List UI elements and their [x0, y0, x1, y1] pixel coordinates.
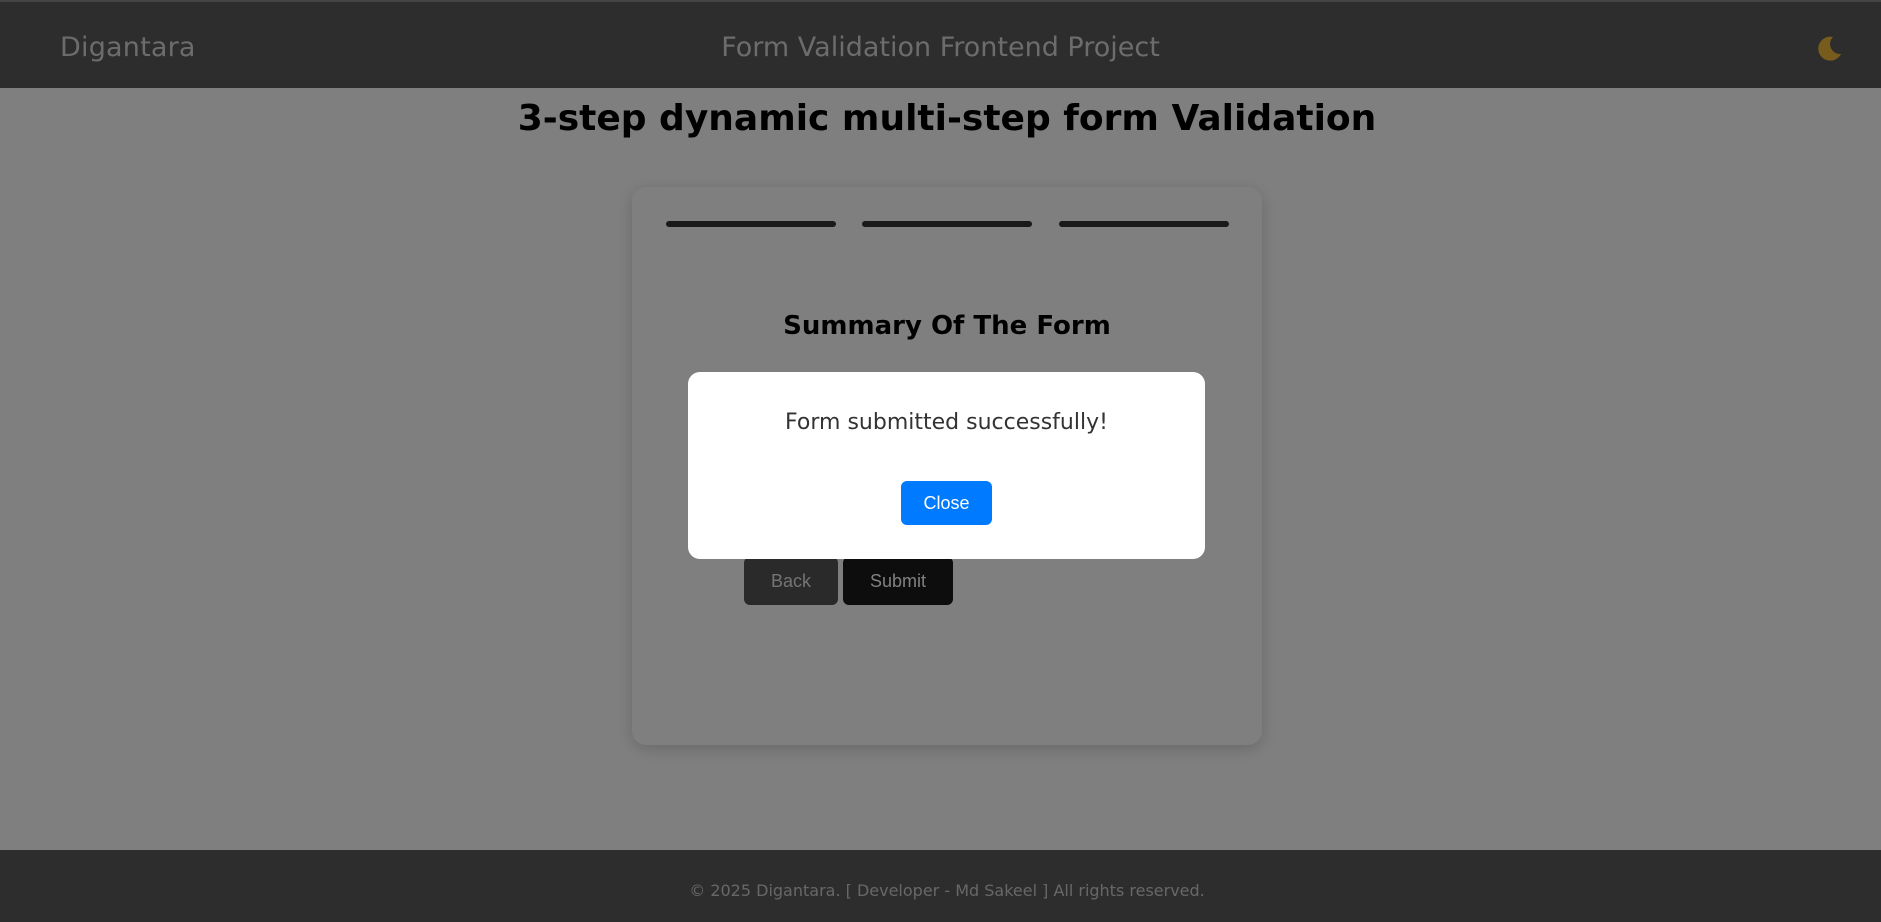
modal-overlay[interactable]: Form submitted successfully! Close: [0, 0, 1881, 922]
success-modal: Form submitted successfully! Close: [688, 372, 1205, 559]
modal-message: Form submitted successfully!: [785, 410, 1108, 435]
close-button[interactable]: Close: [901, 481, 992, 525]
